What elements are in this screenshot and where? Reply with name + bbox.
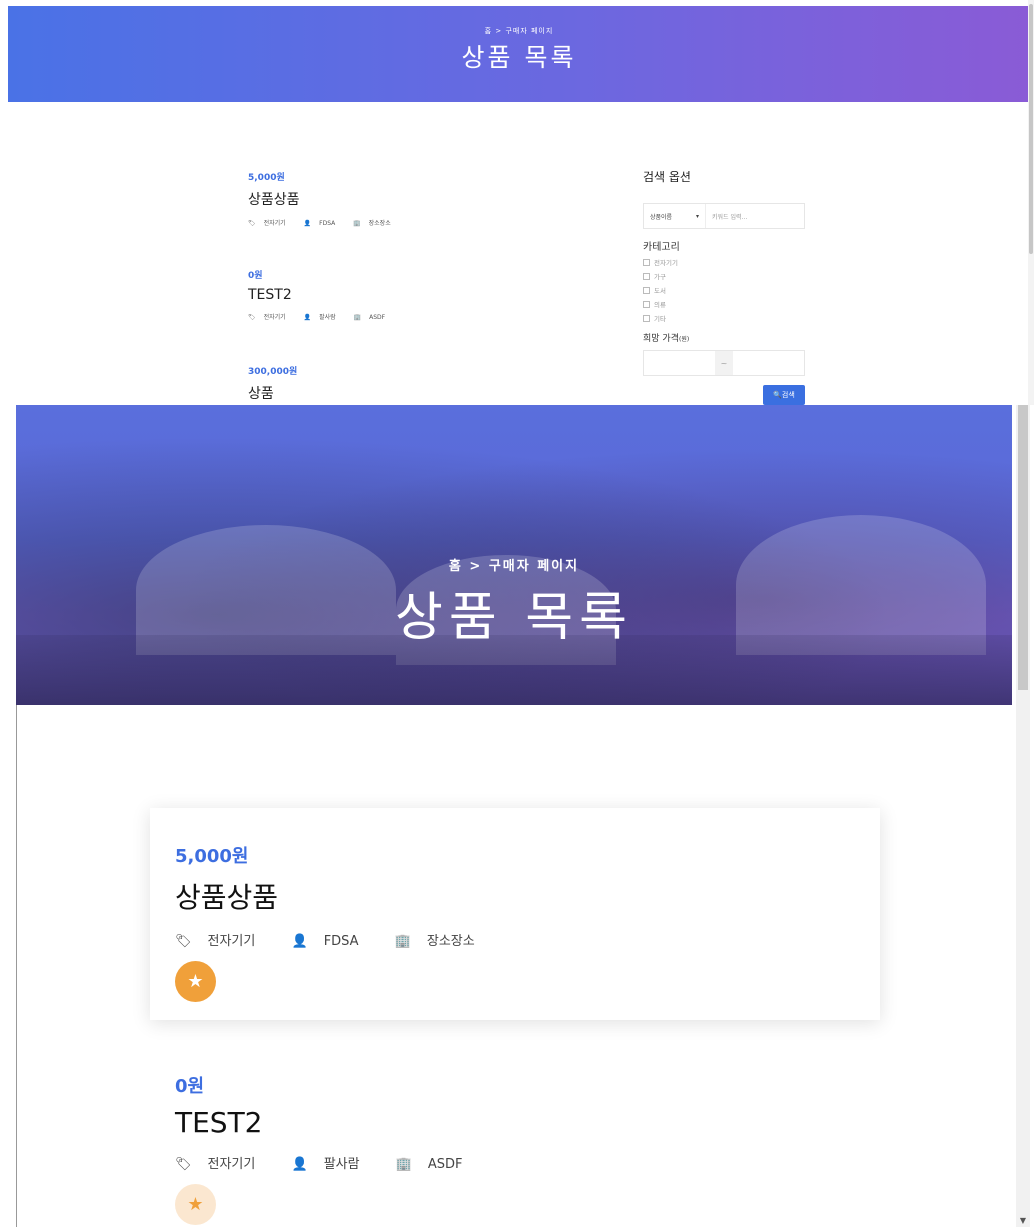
checkbox[interactable]	[643, 314, 650, 322]
price-title-text: 희망 가격	[643, 334, 679, 344]
product-seller: 팔사람	[319, 314, 336, 321]
tag-icon: 🏷	[175, 934, 192, 949]
checkbox[interactable]	[643, 286, 650, 294]
product-item[interactable]: 5,000원 상품상품 🏷 전자기기 👤 FDSA 🏢 장소장소	[248, 170, 407, 227]
product-item[interactable]: 5,000원 상품상품 🏷 전자기기 👤 FDSA 🏢 장소장소 ★	[175, 842, 507, 1002]
page-title: 상품 목록	[461, 43, 577, 72]
product-item[interactable]: 300,000원 상품	[248, 364, 297, 403]
search-field-selected: 상품이름	[650, 213, 673, 221]
product-item[interactable]: 0원 TEST2 🏷 전자기기 👤 팔사람 🏢 ASDF	[248, 268, 401, 321]
product-name[interactable]: 상품	[248, 383, 297, 403]
product-item[interactable]: 0원 TEST2 🏷 전자기기 👤 팔사람 🏢 ASDF ★	[175, 1072, 495, 1225]
category-checkbox[interactable]: 의류	[643, 299, 805, 309]
tag-icon: 🏷	[175, 1157, 192, 1172]
category-checkbox[interactable]: 가구	[643, 271, 805, 281]
search-icon: 🔍	[773, 391, 782, 399]
tag-icon: 🏷	[248, 220, 256, 227]
product-seller: 팔사람	[323, 1157, 360, 1172]
breadcrumb-current: 구매자 페이지	[488, 559, 580, 574]
price-min-input[interactable]	[644, 351, 715, 375]
star-icon[interactable]: ★	[175, 961, 216, 1002]
range-separator: ~	[715, 351, 733, 375]
chevron-down-icon: ▾	[695, 212, 699, 220]
search-button[interactable]: 🔍 검색	[763, 385, 805, 405]
zoomed-screenshot-panel: 홈 > 구매자 페이지 상품 목록 5,000원 상품상품 🏷 전자기기 👤 FDS…	[0, 405, 1034, 1227]
category-checkbox[interactable]: 도서	[643, 285, 805, 295]
scrollbar[interactable]	[1028, 0, 1034, 405]
tag-icon: 🏷	[248, 314, 256, 321]
product-category: 전자기기	[207, 1157, 256, 1172]
divider	[16, 705, 17, 1227]
product-location: ASDF	[369, 314, 386, 321]
building-icon: 🏢	[394, 934, 411, 949]
price-max-input[interactable]	[733, 351, 804, 375]
product-location: 장소장소	[426, 934, 475, 949]
user-icon: 👤	[291, 1157, 308, 1172]
category-label: 가구	[654, 273, 666, 281]
user-icon: 👤	[303, 314, 312, 321]
category-label: 도서	[654, 287, 666, 295]
search-options-sidebar: 검색 옵션 상품이름 ▾ 키워드 입력... 카테고리 전자기기 가구 도서 의…	[643, 168, 805, 405]
product-location: 장소장소	[368, 220, 391, 227]
category-label: 전자기기	[654, 259, 678, 267]
hero-banner: 홈 > 구매자 페이지 상품 목록	[16, 405, 1012, 705]
breadcrumb: 홈 > 구매자 페이지	[8, 26, 1030, 36]
breadcrumb-current: 구매자 페이지	[505, 27, 554, 35]
product-price: 5,000원	[175, 846, 249, 867]
breadcrumb-home[interactable]: 홈 >	[449, 559, 482, 574]
price-title: 희망 가격(원)	[643, 331, 805, 344]
product-seller: FDSA	[323, 934, 359, 949]
scrollbar-thumb[interactable]	[1018, 405, 1028, 690]
star-icon[interactable]: ★	[175, 1184, 216, 1225]
search-row: 상품이름 ▾ 키워드 입력...	[643, 203, 805, 229]
product-name[interactable]: 상품상품	[175, 876, 507, 916]
product-name[interactable]: 상품상품	[248, 189, 407, 209]
product-meta: 🏷 전자기기 👤 팔사람 🏢 ASDF	[175, 1153, 495, 1172]
top-screenshot-panel: 홈 > 구매자 페이지 상품 목록 5,000원 상품상품 🏷 전자기기 👤 FDS…	[0, 0, 1034, 405]
scrollbar-thumb[interactable]	[1029, 4, 1033, 254]
product-category: 전자기기	[263, 220, 286, 227]
category-label: 기타	[654, 315, 666, 323]
product-name[interactable]: TEST2	[248, 287, 401, 303]
checkbox[interactable]	[643, 300, 650, 308]
product-category: 전자기기	[207, 934, 256, 949]
category-title: 카테고리	[643, 242, 680, 253]
scroll-down-arrow-icon[interactable]: ▼	[1016, 1216, 1030, 1225]
product-price: 0원	[175, 1076, 205, 1097]
product-price: 0원	[248, 271, 263, 281]
breadcrumb: 홈 > 구매자 페이지	[16, 555, 1012, 574]
scrollbar[interactable]: ▼	[1016, 405, 1030, 1227]
building-icon: 🏢	[395, 1157, 412, 1172]
product-category: 전자기기	[263, 314, 286, 321]
building-icon: 🏢	[353, 220, 361, 227]
category-checkbox[interactable]: 기타	[643, 313, 805, 323]
sidebar-title: 검색 옵션	[643, 170, 691, 184]
category-checkbox[interactable]: 전자기기	[643, 257, 805, 267]
product-location: ASDF	[427, 1157, 463, 1172]
product-price: 300,000원	[248, 367, 298, 377]
building-icon: 🏢	[353, 314, 362, 321]
user-icon: 👤	[303, 220, 312, 227]
breadcrumb-home[interactable]: 홈 >	[485, 27, 503, 35]
search-field-select[interactable]: 상품이름 ▾	[644, 204, 706, 228]
product-meta: 🏷 전자기기 👤 FDSA 🏢 장소장소	[248, 218, 407, 227]
price-unit: (원)	[678, 336, 690, 343]
checkbox[interactable]	[643, 272, 650, 280]
product-meta: 🏷 전자기기 👤 FDSA 🏢 장소장소	[175, 930, 507, 949]
category-label: 의류	[654, 301, 666, 309]
user-icon: 👤	[291, 934, 308, 949]
product-price: 5,000원	[248, 173, 285, 183]
checkbox[interactable]	[643, 258, 650, 266]
page-title: 상품 목록	[395, 588, 633, 648]
product-seller: FDSA	[319, 220, 336, 227]
search-button-label: 검색	[781, 391, 795, 399]
price-range: ~	[643, 350, 805, 376]
product-meta: 🏷 전자기기 👤 팔사람 🏢 ASDF	[248, 312, 401, 321]
keyword-input[interactable]: 키워드 입력...	[706, 204, 804, 228]
product-name[interactable]: TEST2	[175, 1106, 495, 1139]
hero-banner: 홈 > 구매자 페이지 상품 목록	[8, 6, 1030, 102]
